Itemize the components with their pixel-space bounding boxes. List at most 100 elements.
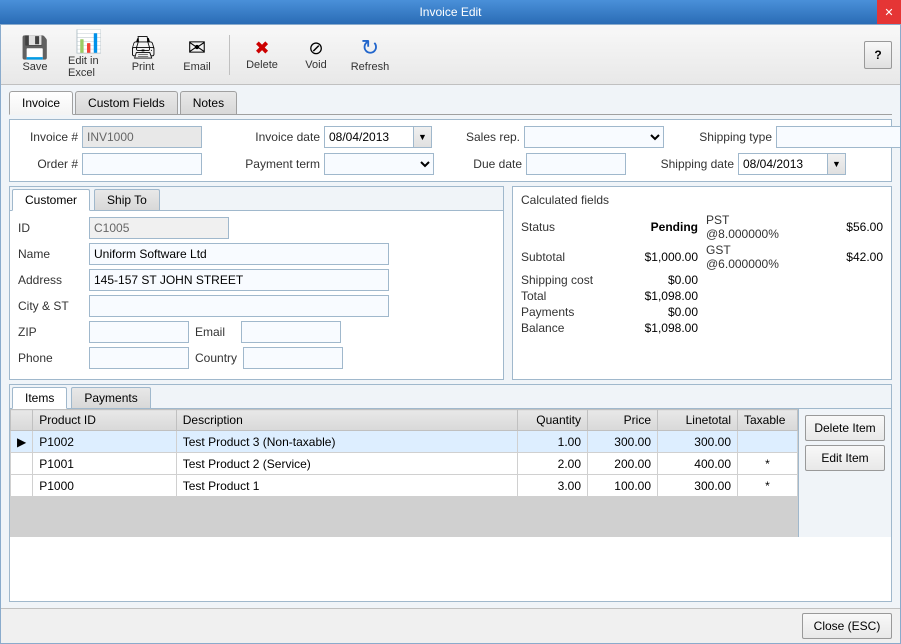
tab-notes[interactable]: Notes [180, 91, 237, 114]
save-label: Save [22, 61, 47, 73]
order-input[interactable] [82, 153, 202, 175]
payments-value: $0.00 [614, 305, 699, 319]
items-table-container: Product ID Description Quantity Price Li… [10, 409, 798, 537]
row-linetotal: 300.00 [658, 431, 738, 453]
invoice-date-field: ▼ [324, 126, 432, 148]
items-action-buttons: Delete Item Edit Item [798, 409, 891, 537]
delete-item-button[interactable]: Delete Item [805, 415, 885, 441]
print-label: Print [132, 61, 155, 73]
main-window: 💾 Save 📊 Edit in Excel 🖨 Print ✉ Email ✖… [0, 24, 901, 644]
table-row[interactable]: P1001 Test Product 2 (Service) 2.00 200.… [11, 453, 798, 475]
shipping-date-field: ▼ [738, 153, 846, 175]
main-tabs: Invoice Custom Fields Notes [9, 91, 892, 115]
tab-invoice[interactable]: Invoice [9, 91, 73, 115]
shipping-date-picker-btn[interactable]: ▼ [828, 153, 846, 175]
save-button[interactable]: 💾 Save [9, 29, 61, 81]
row-linetotal: 400.00 [658, 453, 738, 475]
customer-phone-input[interactable] [89, 347, 189, 369]
row-taxable: * [738, 453, 798, 475]
customer-tabs: Customer Ship To [10, 187, 503, 211]
customer-id-input[interactable] [89, 217, 229, 239]
status-value: Pending [614, 220, 699, 234]
balance-value: $1,098.00 [614, 321, 699, 335]
row-description: Test Product 1 [176, 475, 517, 497]
shipping-cost-label: Shipping cost [521, 273, 606, 287]
tab-ship-to[interactable]: Ship To [94, 189, 160, 210]
customer-zip-input[interactable] [89, 321, 189, 343]
customer-address-row: Address [18, 269, 495, 291]
customer-address-label: Address [18, 273, 83, 287]
shipping-cost-value: $0.00 [614, 273, 699, 287]
customer-email-label: Email [195, 325, 235, 339]
close-esc-button[interactable]: Close (ESC) [802, 613, 892, 639]
help-button[interactable]: ? [864, 41, 892, 69]
items-tabs: Items Payments [10, 385, 891, 409]
email-label: Email [183, 61, 211, 73]
customer-id-label: ID [18, 221, 83, 235]
tab-payments[interactable]: Payments [71, 387, 150, 408]
customer-section: Customer Ship To ID Name Address [9, 186, 504, 380]
edit-item-button[interactable]: Edit Item [805, 445, 885, 471]
status-label: Status [521, 220, 606, 234]
row-arrow [11, 453, 33, 475]
tab-custom-fields[interactable]: Custom Fields [75, 91, 178, 114]
print-button[interactable]: 🖨 Print [117, 29, 169, 81]
due-date-input[interactable] [526, 153, 626, 175]
customer-name-input[interactable] [89, 243, 389, 265]
shipping-type-select[interactable] [776, 126, 900, 148]
excel-icon: 📊 [75, 31, 102, 53]
void-label: Void [305, 59, 326, 71]
gst-value: $42.00 [799, 250, 884, 264]
payments-label: Payments [521, 305, 606, 319]
customer-city-row: City & ST [18, 295, 495, 317]
shipping-date-input[interactable] [738, 153, 828, 175]
order-label: Order # [18, 157, 78, 171]
row-arrow [11, 475, 33, 497]
items-table: Product ID Description Quantity Price Li… [10, 409, 798, 537]
items-section: Items Payments Product ID Description Qu… [9, 384, 892, 602]
pst-value: $56.00 [799, 220, 884, 234]
refresh-label: Refresh [351, 61, 390, 73]
edit-in-excel-button[interactable]: 📊 Edit in Excel [63, 29, 115, 81]
customer-phone-row: Phone Country [18, 347, 495, 369]
customer-city-label: City & ST [18, 299, 83, 313]
col-arrow [11, 410, 33, 431]
tab-customer[interactable]: Customer [12, 189, 90, 211]
sales-rep-select[interactable] [524, 126, 664, 148]
close-window-btn[interactable]: ✕ [877, 0, 901, 24]
invoice-number-input[interactable] [82, 126, 202, 148]
row-price: 200.00 [588, 453, 658, 475]
invoice-date-picker-btn[interactable]: ▼ [414, 126, 432, 148]
customer-address-input[interactable] [89, 269, 389, 291]
row-price: 300.00 [588, 431, 658, 453]
refresh-button[interactable]: ↻ Refresh [344, 29, 396, 81]
refresh-icon: ↻ [361, 37, 379, 59]
customer-email-input[interactable] [241, 321, 341, 343]
total-value: $1,098.00 [614, 289, 699, 303]
email-button[interactable]: ✉ Email [171, 29, 223, 81]
toolbar-separator [229, 35, 230, 75]
customer-city-input[interactable] [89, 295, 389, 317]
excel-label: Edit in Excel [68, 55, 110, 79]
items-with-buttons: Product ID Description Quantity Price Li… [10, 409, 891, 537]
delete-button[interactable]: ✖ Delete [236, 29, 288, 81]
top-form: Invoice # Invoice date ▼ Sales rep. Ship… [9, 119, 892, 182]
col-quantity: Quantity [518, 410, 588, 431]
row-product-id: P1002 [33, 431, 177, 453]
table-row[interactable]: ▶ P1002 Test Product 3 (Non-taxable) 1.0… [11, 431, 798, 453]
tab-items[interactable]: Items [12, 387, 67, 409]
void-button[interactable]: ⊘ Void [290, 29, 342, 81]
customer-name-label: Name [18, 247, 83, 261]
row-description: Test Product 3 (Non-taxable) [176, 431, 517, 453]
calculated-section: Calculated fields Status Pending PST @8.… [512, 186, 892, 380]
total-label: Total [521, 289, 606, 303]
invoice-date-input[interactable] [324, 126, 414, 148]
customer-country-input[interactable] [243, 347, 343, 369]
table-row[interactable]: P1000 Test Product 1 3.00 100.00 300.00 … [11, 475, 798, 497]
row-price: 100.00 [588, 475, 658, 497]
save-icon: 💾 [21, 37, 48, 59]
row-taxable: * [738, 475, 798, 497]
calc-grid: Status Pending PST @8.000000% $56.00 Sub… [521, 213, 883, 335]
bottom-bar: Close (ESC) [1, 608, 900, 643]
payment-term-select[interactable] [324, 153, 434, 175]
